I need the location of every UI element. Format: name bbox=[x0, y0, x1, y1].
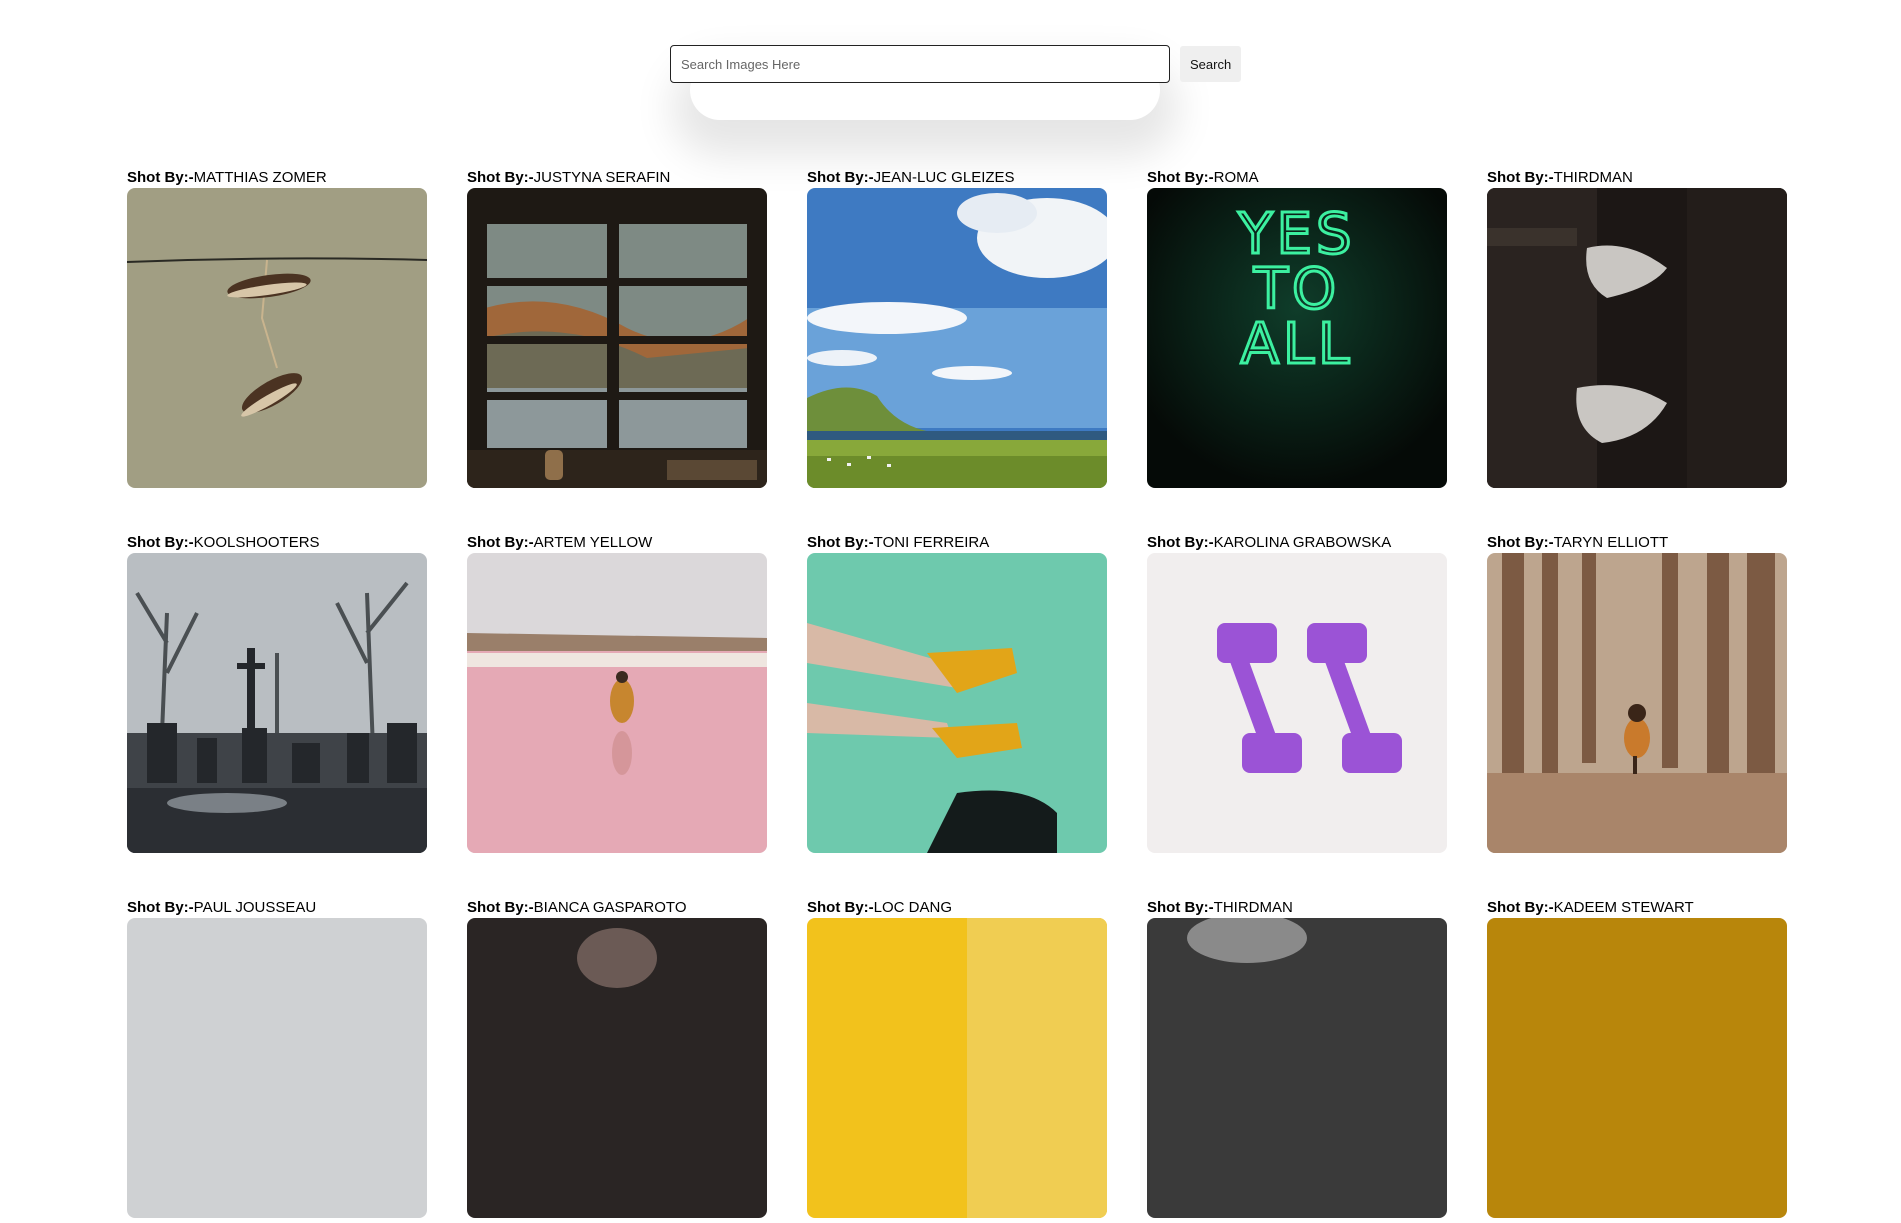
photo-dark-photo[interactable] bbox=[1147, 918, 1447, 1218]
photo-card[interactable]: Shot By:-ROMA YES TO ALL bbox=[1147, 168, 1447, 493]
photo-grid: Shot By:-MATTHIAS ZOMER Shot By:-JUSTYNA… bbox=[127, 168, 1788, 1223]
photo-window-view[interactable] bbox=[467, 188, 767, 488]
photo-card[interactable]: Shot By:-TARYN ELLIOTT bbox=[1487, 533, 1787, 858]
photo-card[interactable]: Shot By:-ARTEM YELLOW bbox=[467, 533, 767, 858]
photo-card[interactable]: Shot By:-LOC DANG bbox=[807, 898, 1107, 1223]
photo-caption: Shot By:-KOOLSHOOTERS bbox=[127, 534, 320, 551]
photo-caption: Shot By:-THIRDMAN bbox=[1147, 899, 1293, 916]
photo-caption: Shot By:-BIANCA GASPAROTO bbox=[467, 899, 687, 916]
photo-coastal-landscape[interactable] bbox=[807, 188, 1107, 488]
photo-caption: Shot By:-JEAN-LUC GLEIZES bbox=[807, 169, 1015, 186]
photo-amber-photo[interactable] bbox=[1487, 918, 1787, 1218]
photo-card[interactable]: Shot By:-KOOLSHOOTERS bbox=[127, 533, 427, 858]
photo-card[interactable]: Shot By:-MATTHIAS ZOMER bbox=[127, 168, 427, 493]
photo-caption: Shot By:-TARYN ELLIOTT bbox=[1487, 534, 1669, 551]
neon-text-line: ALL bbox=[1241, 312, 1354, 377]
photo-yellow-photo[interactable] bbox=[807, 918, 1107, 1218]
photo-caption: Shot By:-TONI FERREIRA bbox=[807, 534, 990, 551]
photo-sneakers-on-wire[interactable] bbox=[127, 188, 427, 488]
photo-card[interactable]: Shot By:-BIANCA GASPAROTO bbox=[467, 898, 767, 1223]
photo-girl-in-forest[interactable] bbox=[1487, 553, 1787, 853]
photo-card[interactable]: Shot By:-JEAN-LUC GLEIZES bbox=[807, 168, 1107, 493]
photo-dark-portrait[interactable] bbox=[467, 918, 767, 1218]
photo-card[interactable]: Shot By:-KAROLINA GRABOWSKA bbox=[1147, 533, 1447, 858]
photo-card[interactable]: Shot By:-JUSTYNA SERAFIN bbox=[467, 168, 767, 493]
photo-caption: Shot By:-JUSTYNA SERAFIN bbox=[467, 169, 671, 186]
photo-card[interactable]: Shot By:-THIRDMAN bbox=[1147, 898, 1447, 1223]
photo-card[interactable]: Shot By:-PAUL JOUSSEAU bbox=[127, 898, 427, 1223]
photo-yellow-sneakers-over-water[interactable] bbox=[807, 553, 1107, 853]
photo-caption: Shot By:-KADEEM STEWART bbox=[1487, 899, 1694, 916]
photo-caption: Shot By:-LOC DANG bbox=[807, 899, 953, 916]
search-bar: Search bbox=[670, 44, 1270, 84]
photo-neon-sign[interactable]: YES TO ALL bbox=[1147, 188, 1447, 488]
photo-card[interactable]: Shot By:-KADEEM STEWART bbox=[1487, 898, 1787, 1223]
photo-foggy-cemetery[interactable] bbox=[127, 553, 427, 853]
photo-caption: Shot By:-ROMA bbox=[1147, 169, 1259, 186]
photo-caption: Shot By:-THIRDMAN bbox=[1487, 169, 1633, 186]
search-input[interactable] bbox=[670, 45, 1170, 83]
photo-pink-lake[interactable] bbox=[467, 553, 767, 853]
photo-hands-behind-door[interactable] bbox=[1487, 188, 1787, 488]
photo-grey-photo[interactable] bbox=[127, 918, 427, 1218]
photo-caption: Shot By:-KAROLINA GRABOWSKA bbox=[1147, 534, 1392, 551]
photo-caption: Shot By:-ARTEM YELLOW bbox=[467, 534, 653, 551]
photo-purple-dumbbells[interactable] bbox=[1147, 553, 1447, 853]
photo-card[interactable]: Shot By:-TONI FERREIRA bbox=[807, 533, 1107, 858]
photo-caption: Shot By:-PAUL JOUSSEAU bbox=[127, 899, 317, 916]
photo-card[interactable]: Shot By:-THIRDMAN bbox=[1487, 168, 1787, 493]
search-button[interactable]: Search bbox=[1180, 46, 1242, 82]
photo-caption: Shot By:-MATTHIAS ZOMER bbox=[127, 169, 327, 186]
